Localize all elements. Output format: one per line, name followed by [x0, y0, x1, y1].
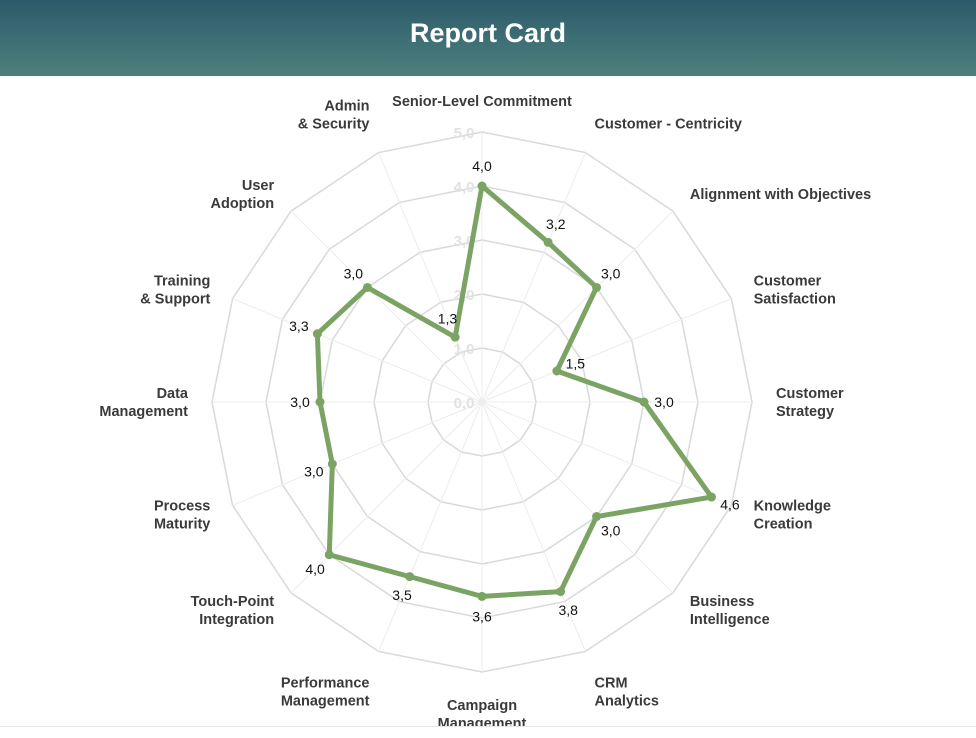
- grid-spoke: [232, 401, 483, 506]
- category-label: User Adoption: [210, 178, 274, 212]
- page-title: Report Card: [409, 18, 566, 48]
- data-point: [592, 512, 602, 522]
- data-point: [477, 181, 487, 191]
- category-label: Senior-Level Commitment: [392, 94, 572, 110]
- data-point: [552, 366, 562, 376]
- axis-tick-label: 0,0: [454, 395, 475, 412]
- category-label: Data Management: [99, 386, 189, 420]
- data-label: 1,3: [438, 311, 458, 327]
- radar-chart-svg: 0,01,02,03,04,05,0Senior-Level Commitmen…: [99, 94, 871, 732]
- data-point: [556, 587, 566, 597]
- radar-chart: 0,0 1,0 2,0 3,0 4,0 5,0 Senior-Level Commitmen…: [0, 76, 976, 732]
- category-label: Alignment with Objectives: [690, 187, 871, 203]
- category-label: Admin & Security: [298, 98, 370, 132]
- category-label: Business Intelligence: [690, 594, 770, 628]
- data-point: [362, 282, 372, 292]
- data-point: [450, 332, 460, 342]
- category-label: Performance Management: [281, 676, 370, 710]
- category-label: Touch-Point Integration: [191, 594, 275, 628]
- data-label: 3,0: [654, 394, 674, 410]
- data-label: 4,0: [472, 158, 492, 174]
- category-label: CRM Analytics: [595, 676, 659, 710]
- data-point: [477, 591, 487, 601]
- data-label: 3,0: [304, 464, 324, 480]
- category-label: Customer Strategy: [776, 386, 844, 420]
- category-label: Process Maturity: [154, 499, 210, 533]
- grid-spoke: [378, 401, 483, 652]
- axis-tick-label: 4,0: [454, 179, 475, 196]
- footer-divider: [0, 726, 976, 727]
- category-label: Customer Satisfaction: [754, 273, 836, 307]
- data-label: 4,6: [720, 497, 740, 513]
- category-label: Campaign Management: [438, 698, 527, 726]
- data-label: 3,0: [601, 523, 621, 539]
- data-point: [405, 572, 415, 582]
- data-label: 3,3: [289, 318, 309, 334]
- data-point: [327, 459, 337, 469]
- data-label: 3,0: [290, 394, 310, 410]
- axis-tick-label: 5,0: [454, 125, 475, 142]
- data-label: 3,0: [344, 265, 364, 281]
- data-label: 3,6: [472, 608, 492, 624]
- data-label: 4,0: [305, 561, 325, 577]
- header-bar: Report Card: [0, 0, 976, 76]
- data-label: 3,8: [558, 602, 578, 618]
- data-label: 3,5: [392, 587, 412, 603]
- category-label: Training & Support: [140, 273, 210, 307]
- grid-spoke: [481, 401, 732, 506]
- grid-spoke: [481, 401, 674, 594]
- category-label: Knowledge Creation: [754, 499, 831, 533]
- data-point: [639, 397, 649, 407]
- data-point: [543, 237, 553, 247]
- data-label: 3,0: [601, 265, 621, 281]
- data-point: [706, 492, 716, 502]
- data-point: [312, 329, 322, 339]
- data-point: [592, 282, 602, 292]
- data-label: 3,2: [546, 216, 566, 232]
- data-point: [324, 550, 334, 560]
- data-label: 1,5: [566, 355, 586, 371]
- axis-tick-label: 1,0: [454, 341, 475, 358]
- data-point: [315, 397, 325, 407]
- category-label: Customer - Centricity: [595, 116, 742, 132]
- grid-spoke: [481, 210, 674, 403]
